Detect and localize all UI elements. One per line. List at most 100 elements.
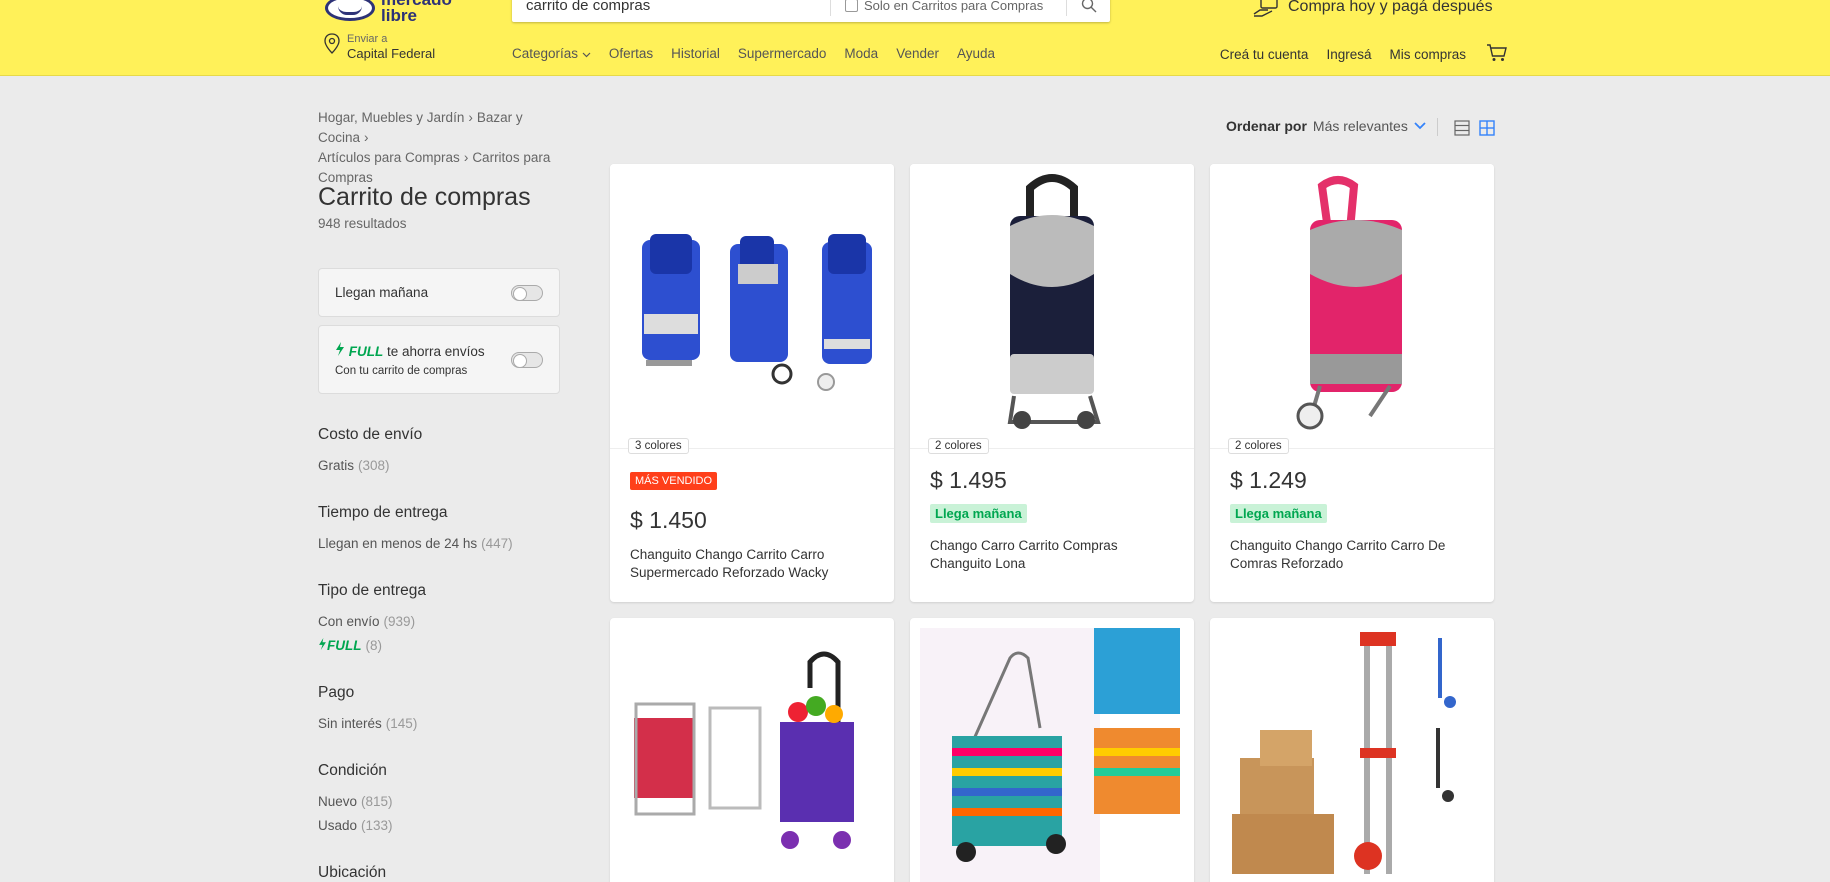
filter-title: Tiempo de entrega — [318, 504, 448, 521]
filter-title: Condición — [318, 762, 387, 779]
product-price: $ 1.450 — [630, 507, 707, 533]
product-card[interactable] — [610, 618, 894, 882]
search-bar: Solo en Carritos para Compras — [512, 0, 1110, 22]
product-price: $ 1.249 — [1230, 467, 1307, 493]
location-selector[interactable]: Enviar a Capital Federal — [323, 33, 435, 62]
shipping-badge: Llega mañana — [1230, 504, 1327, 523]
colors-badge: 2 colores — [1228, 438, 1289, 454]
nav-ofertas[interactable]: Ofertas — [609, 46, 653, 61]
nav-historial[interactable]: Historial — [671, 46, 720, 61]
filter-option[interactable]: Gratis (308) — [318, 454, 422, 478]
filter-tipo-entrega: Tipo de entrega Con envío (939) FULL (8) — [318, 582, 426, 658]
location-label: Enviar a — [347, 33, 388, 45]
search-icon — [1081, 0, 1096, 13]
lightning-icon — [336, 342, 344, 356]
shopping-trolley-image — [1007, 174, 1101, 429]
nav-ayuda[interactable]: Ayuda — [957, 46, 995, 61]
sort-dropdown[interactable]: Ordenar por Más relevantes — [1226, 118, 1426, 134]
filter-option-full[interactable]: FULL (8) — [318, 634, 426, 658]
hand-truck-image — [1232, 632, 1456, 874]
filter-title: Costo de envío — [318, 426, 423, 443]
full-toggle[interactable] — [511, 352, 543, 368]
product-title[interactable]: Chango Carro Carrito Compras Changuito L… — [930, 537, 1170, 573]
filter-costo-envio: Costo de envío Gratis (308) — [318, 426, 422, 478]
product-card[interactable]: 3 colores MÁS VENDIDO $ 1.450 Changuito … — [610, 164, 894, 602]
promo-banner[interactable]: Compra hoy y pagá después — [1252, 0, 1493, 18]
create-account-link[interactable]: Creá tu cuenta — [1220, 47, 1309, 62]
mercadolibre-logo[interactable]: mercado libre — [325, 0, 465, 25]
search-button[interactable] — [1066, 0, 1110, 16]
location-value: Capital Federal — [347, 46, 436, 61]
lightning-icon — [319, 638, 326, 650]
nav-categorias[interactable]: Categorías — [512, 46, 591, 61]
search-input[interactable] — [512, 0, 832, 22]
full-filter[interactable]: FULL te ahorra envíos Con tu carrito de … — [318, 325, 560, 394]
filter-option[interactable]: Sin interés (145) — [318, 712, 417, 736]
header: mercado libre Solo en Carritos para Comp… — [0, 0, 1830, 76]
best-seller-badge: MÁS VENDIDO — [630, 472, 718, 490]
colors-badge: 2 colores — [928, 438, 989, 454]
llegan-manana-label: Llegan mañana — [335, 285, 429, 300]
page-title: Carrito de compras — [318, 183, 531, 211]
sort-value: Más relevantes — [1312, 118, 1408, 134]
cart-icon[interactable] — [1486, 44, 1508, 62]
search-filter-label: Solo en Carritos para Compras — [864, 0, 1044, 13]
chevron-down-icon — [582, 52, 591, 58]
product-image[interactable] — [610, 164, 894, 449]
filter-option[interactable]: Usado (133) — [318, 814, 393, 838]
product-card[interactable] — [1210, 618, 1494, 882]
breadcrumb-item[interactable]: Artículos para Compras — [318, 150, 460, 165]
chevron-down-icon — [1414, 122, 1426, 130]
hand-card-icon — [1253, 0, 1278, 17]
filter-title: Ubicación — [318, 864, 387, 881]
checkbox-icon[interactable] — [845, 0, 858, 12]
filter-ubicacion: Ubicación — [318, 864, 386, 882]
my-purchases-link[interactable]: Mis compras — [1389, 47, 1466, 62]
filter-title: Pago — [318, 684, 355, 701]
divider — [1437, 118, 1438, 136]
sort-label: Ordenar por — [1226, 118, 1307, 134]
full-subtitle: Con tu carrito de compras — [335, 365, 468, 377]
logo-text-bottom: libre — [381, 6, 417, 25]
chevron-right-icon: › — [364, 130, 369, 145]
chevron-right-icon: › — [468, 110, 473, 125]
filter-option[interactable]: Nuevo (815) — [318, 790, 393, 814]
login-link[interactable]: Ingresá — [1326, 47, 1371, 62]
product-title[interactable]: Changuito Chango Carrito Carro Supermerc… — [630, 546, 870, 582]
nav-supermercado[interactable]: Supermercado — [738, 46, 827, 61]
location-pin-icon — [324, 33, 340, 54]
shopping-trolley-image — [642, 234, 872, 391]
handshake-icon — [325, 0, 375, 21]
product-price: $ 1.495 — [930, 467, 1007, 493]
product-image[interactable] — [910, 164, 1194, 449]
product-card[interactable]: 2 colores $ 1.249 Llega mañana Changuito… — [1210, 164, 1494, 602]
filter-option[interactable]: Llegan en menos de 24 hs (447) — [318, 532, 513, 556]
shopping-trolley-image — [1296, 176, 1402, 430]
nav-vender[interactable]: Vender — [896, 46, 939, 61]
filter-option[interactable]: Con envío (939) — [318, 610, 426, 634]
search-category-filter[interactable]: Solo en Carritos para Compras — [830, 0, 1043, 16]
grid-view-icon[interactable] — [1479, 120, 1495, 136]
llegan-manana-toggle[interactable] — [511, 285, 543, 301]
full-description: te ahorra envíos — [383, 344, 485, 359]
filter-pago: Pago Sin interés (145) — [318, 684, 417, 736]
main-nav: Categorías Ofertas Historial Supermercad… — [512, 46, 1013, 61]
chevron-right-icon: › — [463, 150, 469, 165]
llegan-manana-filter[interactable]: Llegan mañana — [318, 268, 560, 317]
folding-cart-image — [920, 628, 1180, 882]
filter-title: Tipo de entrega — [318, 582, 427, 599]
nav-moda[interactable]: Moda — [844, 46, 878, 61]
product-card[interactable] — [910, 618, 1194, 882]
filter-condicion: Condición Nuevo (815) Usado (133) — [318, 762, 393, 838]
results-count: 948 resultados — [318, 216, 407, 231]
user-nav: Creá tu cuenta Ingresá Mis compras — [1202, 44, 1508, 62]
product-card[interactable]: 2 colores $ 1.495 Llega mañana Chango Ca… — [910, 164, 1194, 602]
filter-tiempo-entrega: Tiempo de entrega Llegan en menos de 24 … — [318, 504, 513, 556]
list-view-icon[interactable] — [1454, 120, 1470, 136]
breadcrumb: Hogar, Muebles y Jardín › Bazar y Cocina › … — [318, 108, 568, 188]
stair-climbing-trolley-image — [634, 651, 854, 849]
product-title[interactable]: Changuito Chango Carrito Carro De Comras… — [1230, 537, 1470, 573]
product-image[interactable] — [1210, 164, 1494, 449]
breadcrumb-item[interactable]: Hogar, Muebles y Jardín — [318, 110, 464, 125]
promo-text: Compra hoy y pagá después — [1288, 0, 1493, 15]
